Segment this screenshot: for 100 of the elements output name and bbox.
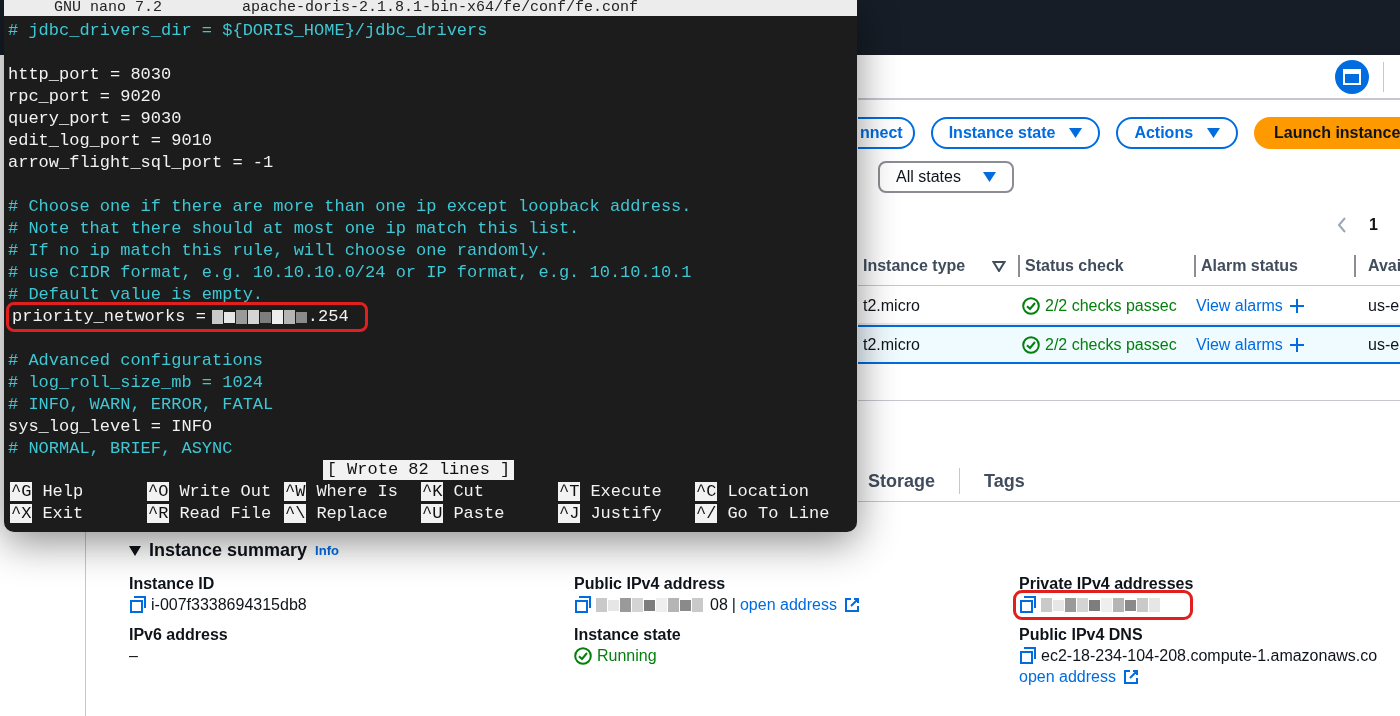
caret-down-icon — [1069, 128, 1083, 138]
table-cell-text: t2.micro — [862, 296, 921, 315]
shortcut-label: Replace — [316, 503, 388, 523]
comment-line: # log_roll_size_mb = 1024 — [8, 372, 264, 394]
column-header[interactable]: Instance type — [863, 257, 986, 275]
info-link[interactable]: Info — [315, 543, 339, 558]
file-path: apache-doris-2.1.8.1-bin-x64/fe/conf/fe.conf — [242, 0, 639, 16]
field-label: Private IPv4 addresses — [1019, 575, 1195, 593]
check-circle-icon — [1022, 296, 1040, 315]
copy-icon[interactable] — [1019, 647, 1037, 665]
plus-icon — [1289, 298, 1304, 313]
config-line: edit_log_port = 9010 — [8, 130, 213, 152]
field-label: Instance ID — [129, 575, 216, 593]
panel-button[interactable] — [1335, 59, 1369, 94]
shortcut-label: Where Is — [316, 481, 399, 501]
comment-line: # INFO, WARN, ERROR, FATAL — [8, 394, 274, 416]
shortcut-label: Paste — [453, 503, 505, 523]
shortcut-key: ^U — [421, 503, 444, 523]
shortcut-key: ^C — [695, 481, 718, 501]
shortcut-key: ^W — [284, 481, 307, 501]
column-header[interactable]: Avai — [1356, 257, 1400, 275]
shortcut-key: ^O — [147, 481, 170, 501]
shortcut-label: Read File — [179, 503, 272, 523]
config-line: rpc_port = 9020 — [8, 86, 162, 108]
status-message: [ Wrote 82 lines ] — [322, 460, 515, 480]
dropdown-button[interactable]: Instance state — [930, 117, 1101, 149]
config-line: priority_networks = — [12, 306, 206, 328]
shortcut-key: ^X — [10, 503, 33, 523]
dropdown-button[interactable]: Actions — [1116, 117, 1239, 149]
table-row[interactable]: t2.micro 2/2 checks passec View alarms us-e — [858, 325, 1400, 364]
copy-icon[interactable] — [1019, 596, 1037, 614]
open-address-link[interactable]: open address — [1019, 668, 1400, 686]
shortcut-label: Exit — [42, 503, 84, 523]
shortcut-label: Go To Line — [727, 503, 830, 523]
app-title: GNU nano 7.2 — [54, 0, 163, 16]
column-header[interactable]: Status check — [1025, 257, 1194, 275]
page-number[interactable]: 1 — [1369, 216, 1378, 234]
external-link-icon — [1122, 669, 1139, 685]
open-address-link[interactable]: open address — [739, 596, 860, 614]
field-value: ec2-18-234-104-208.compute-1.amazonaws.co — [1041, 647, 1378, 665]
config-line: arrow_flight_sql_port = -1 — [8, 152, 274, 174]
shortcut-label: Write Out — [179, 481, 272, 501]
comment-line: # Advanced configurations — [8, 350, 264, 372]
table-cell-text: us-e — [1367, 335, 1400, 354]
detail-tab[interactable]: Storage — [868, 470, 936, 492]
field-value: 08 — [710, 596, 728, 614]
sort-icon[interactable] — [992, 260, 1006, 272]
shortcut-key: ^K — [421, 481, 444, 501]
state-filter-select[interactable]: All states — [878, 161, 1014, 193]
config-value: .254 — [307, 306, 349, 328]
field-label: IPv6 address — [129, 626, 229, 644]
column-header[interactable]: Alarm status — [1201, 257, 1354, 275]
comment-line: # If no ip match this rule, will choose one randomly. — [8, 240, 549, 262]
section-title: Instance summary — [149, 540, 308, 561]
shortcut-label: Execute — [590, 481, 662, 501]
shortcut-label: Cut — [453, 481, 484, 501]
shortcut-label: Help — [42, 481, 84, 501]
launch-button[interactable]: Launch instance — [1254, 117, 1400, 149]
comment-line: # NORMAL, BRIEF, ASYNC — [8, 438, 233, 460]
check-circle-icon — [1022, 335, 1040, 354]
copy-icon[interactable] — [129, 596, 147, 614]
shortcut-key: ^R — [147, 503, 170, 523]
comment-line: # jdbc_drivers_dir = ${DORIS_HOME}/jdbc_drivers — [8, 20, 488, 42]
shortcut-key: ^/ — [695, 503, 718, 523]
shortcut-key: ^J — [558, 503, 581, 523]
separator-text: | — [731, 596, 736, 614]
comment-line: # Default value is empty. — [8, 284, 264, 306]
view-alarms-link[interactable]: View alarms — [1196, 335, 1356, 354]
status-check: 2/2 checks passec — [1020, 335, 1196, 354]
check-circle-icon — [574, 647, 592, 665]
external-link-icon — [843, 597, 860, 613]
comment-line: # Note that there should at most one ip match this list. — [8, 218, 580, 240]
collapse-caret-icon[interactable] — [129, 545, 141, 556]
shortcut-label: Location — [727, 481, 810, 501]
field-label: Public IPv4 address — [574, 575, 727, 593]
config-line: query_port = 9030 — [8, 108, 182, 130]
field-value: i-007f3338694315db8 — [151, 596, 307, 614]
field-label: Public IPv4 DNS — [1019, 626, 1144, 644]
copy-icon[interactable] — [574, 596, 592, 614]
config-line: http_port = 8030 — [8, 64, 172, 86]
comment-line: # Choose one if there are more than one ip except loopback address. — [8, 196, 692, 218]
shortcut-key: ^\ — [284, 503, 307, 523]
shortcut-key: ^G — [10, 481, 33, 501]
connect-button[interactable]: nnect — [858, 117, 915, 149]
panel-icon — [1343, 68, 1361, 85]
comment-line: # use CIDR format, e.g. 10.10.10.0/24 or IP format, e.g. 10.10.10.1 — [8, 262, 692, 284]
caret-down-icon — [1207, 128, 1221, 138]
table-cell-text: us-e — [1367, 296, 1400, 315]
plus-icon — [1289, 337, 1304, 352]
caret-down-icon — [982, 172, 996, 182]
shortcut-label: Justify — [590, 503, 662, 523]
instance-state: Running — [574, 647, 1019, 665]
field-value: – — [129, 647, 139, 665]
status-check: 2/2 checks passec — [1020, 296, 1196, 315]
shortcut-key: ^T — [558, 481, 581, 501]
view-alarms-link[interactable]: View alarms — [1196, 296, 1356, 315]
table-cell-text: t2.micro — [862, 335, 921, 354]
detail-tab[interactable]: Tags — [984, 470, 1025, 492]
field-label: Instance state — [574, 626, 682, 644]
config-line: sys_log_level = INFO — [8, 416, 213, 438]
